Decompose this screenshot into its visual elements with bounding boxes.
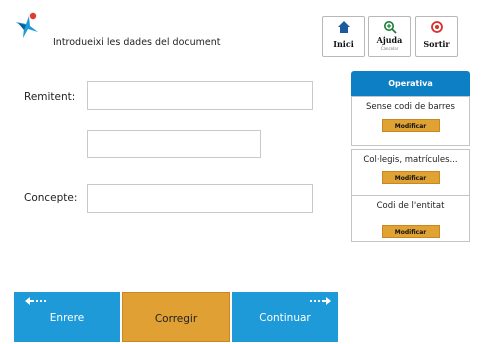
help-button[interactable]: Ajuda Cancelar xyxy=(368,16,411,57)
help-button-label: Ajuda xyxy=(376,35,403,45)
exit-button[interactable]: Sortir xyxy=(415,16,458,57)
arrow-left-icon xyxy=(25,297,47,305)
home-button[interactable]: Inici xyxy=(322,16,365,57)
modify-button[interactable]: Modificar xyxy=(381,225,440,238)
arrow-right-icon xyxy=(309,297,331,305)
remitent-label: Remitent: xyxy=(24,91,76,103)
home-icon xyxy=(337,21,350,33)
continue-button-label: Continuar xyxy=(259,312,311,324)
operativa-item-collegis: Col·legis, matrícules... Modificar xyxy=(351,149,470,196)
modify-button[interactable]: Modificar xyxy=(381,171,440,184)
correct-button-label: Corregir xyxy=(154,313,198,325)
operativa-item-sense-codi: Sense codi de barres Modificar xyxy=(351,96,470,146)
exit-button-label: Sortir xyxy=(423,39,450,49)
logo-icon xyxy=(16,12,38,38)
operativa-item-label: Sense codi de barres xyxy=(366,102,455,112)
operativa-header: Operativa xyxy=(351,71,470,96)
operativa-item-label: Col·legis, matrícules... xyxy=(363,155,458,165)
remitent-input[interactable] xyxy=(87,81,313,110)
home-button-label: Inici xyxy=(333,39,354,49)
back-button[interactable]: Enrere xyxy=(14,292,120,342)
zoom-in-icon xyxy=(383,21,397,34)
concepte-label: Concepte: xyxy=(24,192,78,204)
exit-icon xyxy=(430,21,443,33)
operativa-item-label: Codi de l'entitat xyxy=(376,201,445,211)
modify-button[interactable]: Modificar xyxy=(381,119,440,132)
correct-button[interactable]: Corregir xyxy=(122,292,230,342)
back-button-label: Enrere xyxy=(49,312,85,324)
continue-button[interactable]: Continuar xyxy=(232,292,338,342)
help-button-sublabel: Cancelar xyxy=(380,46,399,51)
remitent-secondary-input[interactable] xyxy=(87,130,261,158)
page-title: Introdueixi les dades del document xyxy=(53,37,221,48)
operativa-item-codi-entitat: Codi de l'entitat Modificar xyxy=(351,196,470,242)
concepte-input[interactable] xyxy=(87,184,313,213)
